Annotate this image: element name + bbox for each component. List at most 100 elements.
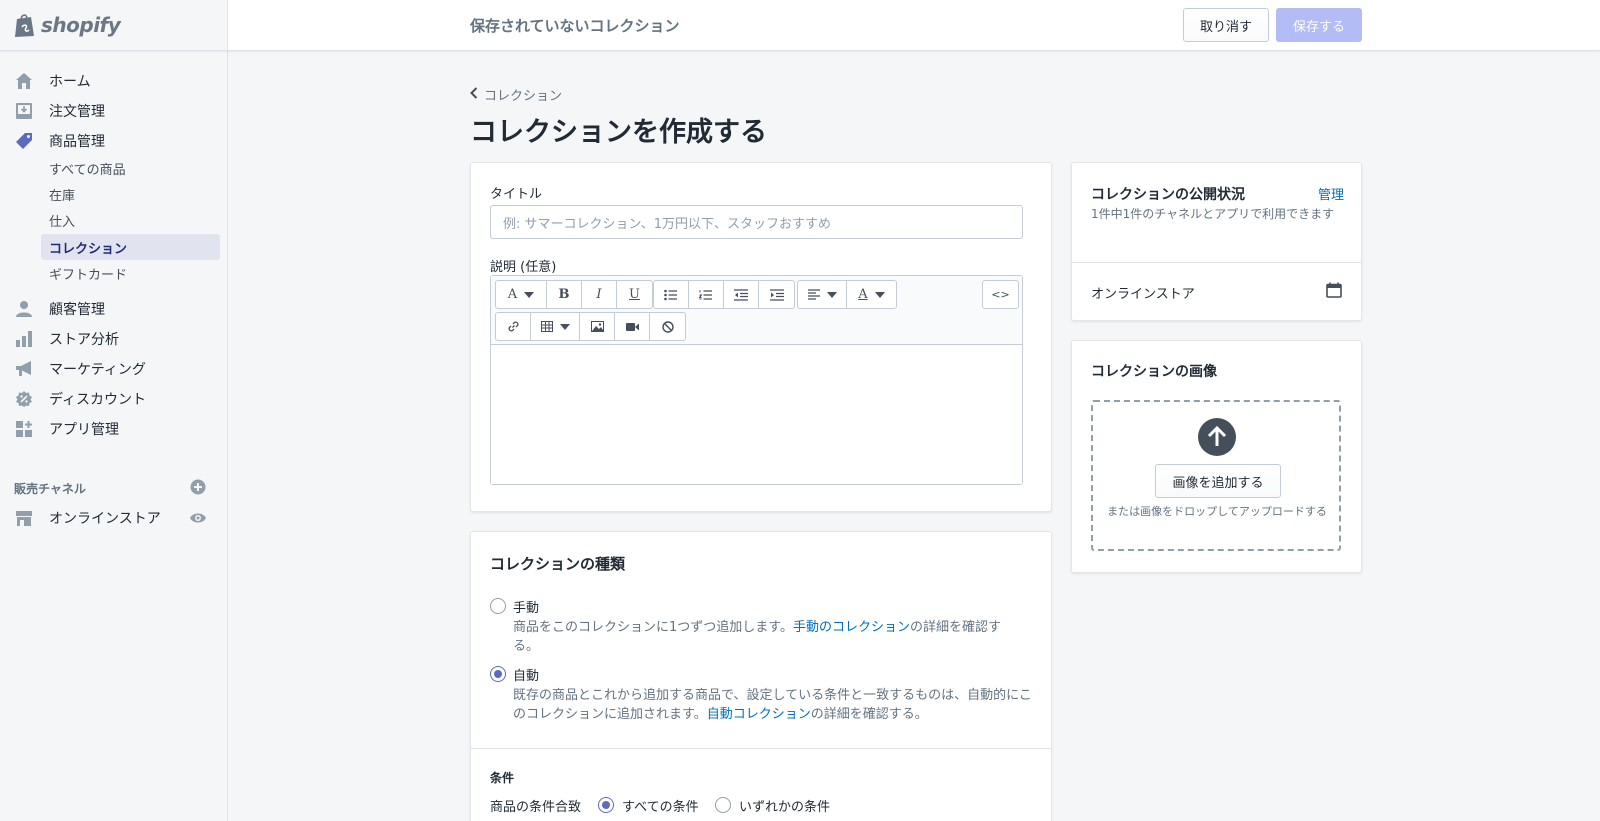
add-channel-icon[interactable] <box>190 479 206 495</box>
bulleted-list-button[interactable] <box>654 281 689 308</box>
outdent-icon <box>734 288 748 301</box>
sidebar-subitem-gift-cards[interactable]: ギフトカード <box>41 260 220 286</box>
brand-wordmark: shopify <box>41 13 121 37</box>
clear-formatting-button[interactable] <box>650 313 685 340</box>
all-conditions-label[interactable]: すべての条件 <box>622 796 699 815</box>
sidebar-subitem-collections[interactable]: コレクション <box>41 234 220 260</box>
caret-down-icon <box>524 291 535 298</box>
manual-collection-link[interactable]: 手動のコレクション <box>793 620 910 635</box>
sidebar-item-home[interactable]: ホーム <box>0 67 228 95</box>
manual-radio[interactable] <box>490 598 506 614</box>
breadcrumb-collections-link[interactable]: コレクション <box>484 85 562 104</box>
insert-image-button[interactable] <box>580 313 615 340</box>
sidebar-item-customers[interactable]: 顧客管理 <box>0 295 228 323</box>
caret-down-icon <box>874 291 885 298</box>
underline-button[interactable]: U <box>617 281 652 308</box>
availability-card: コレクションの公開状況 管理 1件中1件のチャネルとアプリで利用できます オンラ… <box>1071 162 1362 321</box>
brand-logo[interactable]: shopify <box>0 0 228 51</box>
channel-online-store: オンラインストア <box>1091 287 1195 302</box>
collection-type-card: コレクションの種類 手動 商品をこのコレクションに1つずつ追加します。手動のコレ… <box>470 531 1052 821</box>
any-condition-label[interactable]: いずれかの条件 <box>739 796 830 815</box>
caret-down-icon <box>826 291 837 298</box>
align-left-icon <box>807 289 820 300</box>
tag-icon <box>14 131 34 151</box>
link-icon <box>507 321 519 332</box>
calendar-icon[interactable] <box>1326 282 1342 302</box>
sidebar-item-marketing[interactable]: マーケティング <box>0 355 228 383</box>
orders-icon <box>14 101 34 121</box>
description-label: 説明 (任意) <box>490 260 557 275</box>
bulleted-list-icon <box>664 289 677 300</box>
all-conditions-radio[interactable] <box>598 797 614 813</box>
availability-divider <box>1072 262 1361 263</box>
editor-toolbar: A B I U A <> <box>491 276 1022 345</box>
shopify-bag-icon <box>14 12 36 38</box>
sidebar-item-orders[interactable]: 注文管理 <box>0 97 228 125</box>
sidebar-item-products[interactable]: 商品管理 <box>0 127 228 155</box>
dropzone-hint: または画像をドロップしてアップロードする <box>1107 505 1327 518</box>
manual-help-text: 商品をこのコレクションに1つずつ追加します。手動のコレクションの詳細を確認する。 <box>513 620 1002 654</box>
manage-availability-link[interactable]: 管理 <box>1318 184 1344 203</box>
any-condition-radio[interactable] <box>715 797 731 813</box>
sidebar-subitem-inventory[interactable]: 在庫 <box>41 181 220 207</box>
title-input[interactable]: 例: サマーコレクション、1万円以下、スタッフおすすめ <box>490 205 1023 239</box>
indent-button[interactable] <box>759 281 794 308</box>
automatic-radio[interactable] <box>490 666 506 682</box>
unsaved-title: 保存されていないコレクション <box>470 17 680 35</box>
insert-link-button[interactable] <box>496 313 531 340</box>
description-textarea[interactable] <box>491 346 1022 484</box>
customer-icon <box>14 299 34 319</box>
bold-button[interactable]: B <box>547 281 582 308</box>
align-dropdown[interactable] <box>798 281 847 308</box>
sales-channels-label: 販売チャネル <box>14 482 86 496</box>
outdent-button[interactable] <box>724 281 759 308</box>
discount-icon <box>14 389 34 409</box>
conditions-heading: 条件 <box>490 771 515 785</box>
html-toggle-button[interactable]: <> <box>983 281 1018 308</box>
image-icon <box>590 321 604 332</box>
sidebar-item-discounts[interactable]: ディスカウント <box>0 385 228 413</box>
manual-radio-label[interactable]: 手動 <box>513 597 539 616</box>
numbered-list-button[interactable] <box>689 281 724 308</box>
page-title: コレクションを作成する <box>470 117 767 148</box>
title-label: タイトル <box>490 187 543 202</box>
view-store-eye-icon[interactable] <box>190 511 206 527</box>
insert-table-dropdown[interactable] <box>531 313 580 340</box>
analytics-icon <box>14 329 34 349</box>
home-icon <box>14 71 34 91</box>
sidebar-item-apps[interactable]: アプリ管理 <box>0 415 228 443</box>
indent-icon <box>769 288 784 301</box>
rich-text-editor: A B I U A <> <box>490 275 1023 485</box>
upload-arrow-icon <box>1198 418 1236 456</box>
sidebar-item-analytics[interactable]: ストア分析 <box>0 325 228 353</box>
breadcrumb[interactable]: コレクション <box>470 85 562 104</box>
availability-heading: コレクションの公開状況 <box>1091 187 1245 203</box>
automatic-collection-link[interactable]: 自動コレクション <box>707 707 811 722</box>
availability-summary: 1件中1件のチャネルとアプリで利用できます <box>1091 207 1335 221</box>
italic-button[interactable]: I <box>582 281 617 308</box>
text-color-dropdown[interactable]: A <box>847 281 896 308</box>
cancel-button[interactable]: 取り消す <box>1183 8 1269 42</box>
clear-format-icon <box>661 320 674 333</box>
details-card: タイトル 例: サマーコレクション、1万円以下、スタッフおすすめ 説明 (任意)… <box>470 162 1052 512</box>
font-style-dropdown[interactable]: A <box>496 281 547 308</box>
add-image-button[interactable]: 画像を追加する <box>1155 464 1281 498</box>
automatic-radio-label[interactable]: 自動 <box>513 665 539 684</box>
save-button[interactable]: 保存する <box>1276 8 1362 42</box>
megaphone-icon <box>14 359 34 379</box>
table-icon <box>540 321 553 332</box>
conditions-match-label: 商品の条件合致 <box>490 800 582 815</box>
apps-icon <box>14 419 34 439</box>
sidebar-subitem-all-products[interactable]: すべての商品 <box>41 155 220 181</box>
collection-image-card: コレクションの画像 画像を追加する または画像をドロップしてアップロードする <box>1071 340 1362 573</box>
collection-type-heading: コレクションの種類 <box>490 555 626 573</box>
video-icon <box>625 322 639 331</box>
image-dropzone[interactable]: 画像を追加する または画像をドロップしてアップロードする <box>1091 400 1341 551</box>
store-icon <box>14 508 34 528</box>
sidebar: ホーム 注文管理 商品管理 すべての商品 在庫 仕入 コレクション ギフトカード… <box>0 51 228 821</box>
insert-video-button[interactable] <box>615 313 650 340</box>
section-divider <box>471 748 1051 749</box>
top-bar: shopify 保存されていないコレクション 取り消す 保存する <box>0 0 1600 51</box>
caret-down-icon <box>559 323 570 330</box>
sidebar-subitem-purchasing[interactable]: 仕入 <box>41 207 220 233</box>
